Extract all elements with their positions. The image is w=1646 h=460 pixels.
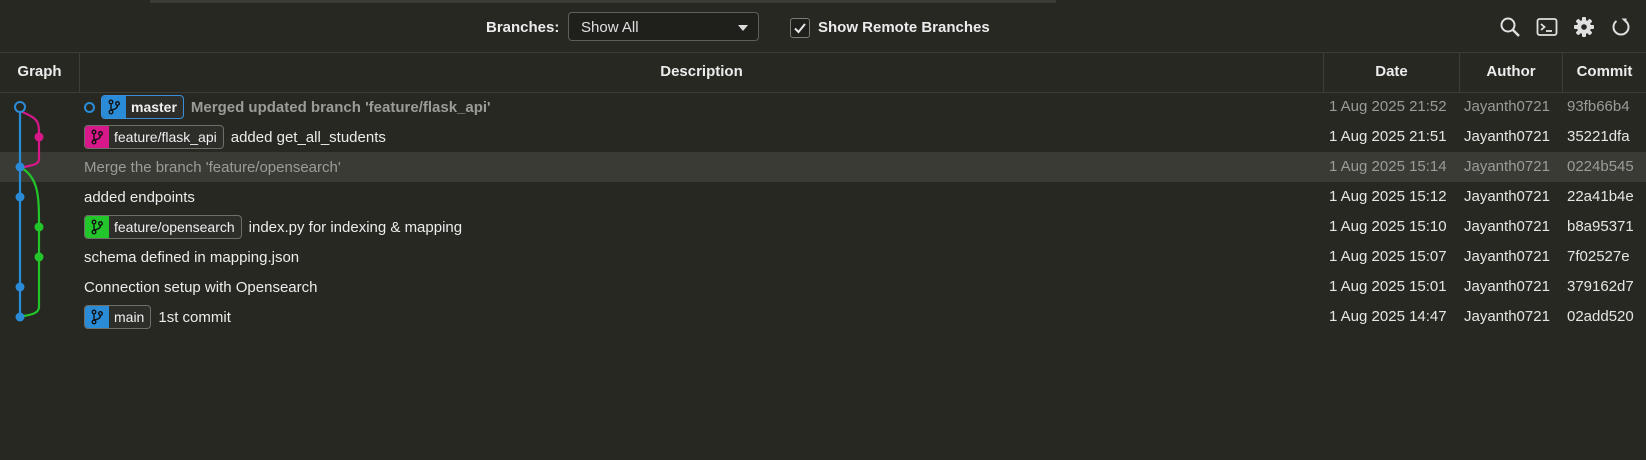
branches-label: Branches: [486, 19, 560, 36]
commit-hash: 02add520 [1567, 308, 1634, 325]
branch-tag[interactable]: master [101, 95, 184, 119]
commit-description-cell: feature/opensearch index.py for indexing … [84, 212, 462, 242]
column-commit[interactable]: Commit [1563, 52, 1646, 92]
show-remote-checkbox[interactable] [790, 18, 810, 38]
commit-date: 1 Aug 2025 15:14 [1329, 158, 1447, 175]
commit-message: Connection setup with Opensearch [84, 278, 318, 296]
commit-author: Jayanth0721 [1464, 188, 1550, 205]
terminal-icon[interactable] [1536, 16, 1558, 38]
search-icon[interactable] [1499, 16, 1521, 38]
commit-date: 1 Aug 2025 15:10 [1329, 218, 1447, 235]
branch-tag[interactable]: main [84, 305, 152, 329]
branch-tag[interactable]: feature/flask_api [84, 125, 224, 149]
commit-author: Jayanth0721 [1464, 278, 1550, 295]
commit-description-cell: Connection setup with Opensearch [84, 272, 317, 302]
commit-hash: 22a41b4e [1567, 188, 1634, 205]
column-date[interactable]: Date [1324, 52, 1459, 92]
column-graph[interactable]: Graph [0, 52, 79, 92]
commit-hash: 7f02527e [1567, 248, 1630, 265]
column-author[interactable]: Author [1460, 52, 1562, 92]
commit-author: Jayanth0721 [1464, 218, 1550, 235]
checkmark-icon [794, 23, 806, 34]
commit-description-cell: schema defined in mapping.json [84, 242, 299, 272]
commit-hash: 0224b545 [1567, 158, 1634, 175]
commit-node[interactable] [15, 162, 25, 172]
commit-row[interactable]: main 1st commit 1 Aug 2025 14:47 Jayanth072… [0, 302, 1646, 332]
commit-row[interactable]: master Merged updated branch 'feature/fla… [0, 92, 1646, 122]
commit-description-cell: Merge the branch 'feature/opensearch' [84, 152, 341, 182]
branch-tag-label: feature/opensearch [114, 219, 235, 235]
commit-description-cell: added endpoints [84, 182, 195, 212]
branch-icon [85, 216, 109, 238]
commit-message: index.py for indexing & mapping [248, 218, 463, 236]
commit-node[interactable] [15, 192, 25, 202]
branches-dropdown-value: Show All [581, 19, 639, 36]
toolbar: Branches: Show All Show Remote Branches [0, 0, 1646, 53]
commit-date: 1 Aug 2025 15:12 [1329, 188, 1447, 205]
commit-node[interactable] [15, 312, 25, 322]
refresh-icon[interactable] [1610, 16, 1632, 38]
show-remote-label[interactable]: Show Remote Branches [818, 19, 990, 36]
commit-date: 1 Aug 2025 21:52 [1329, 98, 1447, 115]
commit-row[interactable]: schema defined in mapping.json 1 Aug 2025… [0, 242, 1646, 272]
branch-tag-label: main [114, 309, 145, 325]
commit-date: 1 Aug 2025 15:07 [1329, 248, 1447, 265]
branches-dropdown[interactable]: Show All [568, 12, 759, 41]
chevron-down-icon [738, 25, 748, 31]
commit-description-cell: main 1st commit [84, 302, 231, 332]
branch-tag[interactable]: feature/opensearch [84, 215, 242, 239]
commit-node[interactable] [34, 222, 44, 232]
commit-author: Jayanth0721 [1464, 248, 1550, 265]
commit-hash: 379162d7 [1567, 278, 1634, 295]
commit-row[interactable]: feature/opensearch index.py for indexing … [0, 212, 1646, 242]
commit-node[interactable] [34, 252, 44, 262]
commit-message: 1st commit [158, 308, 231, 326]
commit-message: schema defined in mapping.json [84, 248, 300, 266]
commit-hash: 35221dfa [1567, 128, 1630, 145]
branch-icon [85, 126, 109, 148]
commit-hash: 93fb66b4 [1567, 98, 1630, 115]
commit-author: Jayanth0721 [1464, 158, 1550, 175]
commit-message: Merged updated branch 'feature/flask_api… [190, 98, 491, 116]
commit-date: 1 Aug 2025 15:01 [1329, 278, 1447, 295]
commit-node[interactable] [14, 101, 26, 113]
commit-row[interactable]: Connection setup with Opensearch 1 Aug 20… [0, 272, 1646, 302]
commit-message: Merge the branch 'feature/opensearch' [84, 158, 341, 176]
column-header: Graph Description Date Author Commit [0, 52, 1646, 93]
commit-description-cell: master Merged updated branch 'feature/fla… [84, 92, 491, 122]
gear-icon[interactable] [1573, 16, 1595, 38]
commit-node[interactable] [15, 282, 25, 292]
column-description[interactable]: Description [80, 52, 1323, 92]
branch-tag-label: master [131, 99, 177, 115]
commit-author: Jayanth0721 [1464, 128, 1550, 145]
commit-date: 1 Aug 2025 21:51 [1329, 128, 1447, 145]
branch-icon [102, 96, 126, 118]
commit-node[interactable] [34, 132, 44, 142]
branch-icon [85, 306, 109, 328]
branch-tag-label: feature/flask_api [114, 129, 217, 145]
commit-author: Jayanth0721 [1464, 98, 1550, 115]
graph-edge [19, 109, 41, 138]
commit-message: added get_all_students [230, 128, 386, 146]
commit-message: added endpoints [84, 188, 195, 206]
commit-row[interactable]: Merge the branch 'feature/opensearch' 1 A… [0, 152, 1646, 182]
commit-hash: b8a95371 [1567, 218, 1634, 235]
commit-row[interactable]: feature/flask_api added get_all_students 1… [0, 122, 1646, 152]
commit-date: 1 Aug 2025 14:47 [1329, 308, 1447, 325]
commit-row[interactable]: added endpoints 1 Aug 2025 15:12 Jayanth07… [0, 182, 1646, 212]
commit-description-cell: feature/flask_api added get_all_students [84, 122, 386, 152]
commit-graph [14, 101, 44, 322]
commit-author: Jayanth0721 [1464, 308, 1550, 325]
graph-edge [19, 287, 41, 319]
head-indicator-icon [84, 101, 95, 113]
